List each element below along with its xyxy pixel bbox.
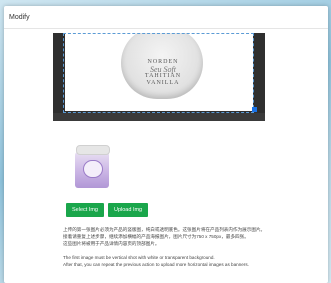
instruction-en-line1: The first image must be vertical shot wi… — [63, 255, 215, 260]
instruction-cn-line2: 接着请重复上述步骤，继续添加横幅的产品海报图片，图片尺寸为750 x 750px… — [63, 234, 249, 239]
thumbnail-jar-lid — [76, 145, 110, 155]
crop-selection-frame[interactable] — [63, 33, 254, 113]
dialog-title: Modify — [9, 13, 30, 21]
crop-resize-handle[interactable] — [252, 107, 257, 112]
upload-instructions: 上传的第一张图片必须为产品的竖版图，纯白或透明底色。这张图片将在产品列表内作为展… — [63, 226, 325, 268]
crop-bottom-shade — [53, 113, 265, 121]
image-cropper[interactable]: NORDEN Seu Soft TAHITIAN VANILLA — [53, 33, 265, 121]
instruction-cn-line1: 上传的第一张图片必须为产品的竖版图，纯白或透明底色。这张图片将在产品列表内作为展… — [63, 227, 266, 232]
upload-img-button[interactable]: Upload Img — [107, 203, 149, 217]
thumbnail-jar-label — [83, 160, 103, 178]
dialog-header: Modify — [4, 6, 328, 29]
product-thumbnail — [72, 145, 112, 191]
instruction-cn-line3: 这些图片将被用于产品详情内容页的顶部图片。 — [63, 241, 160, 246]
image-action-buttons: Select Img Upload Img — [66, 203, 149, 217]
instruction-en-line2: After that, you can repeat the previous … — [63, 262, 249, 267]
modify-dialog: Modify NORDEN Seu Soft TAHITIAN VANILLA … — [4, 6, 328, 283]
select-img-button[interactable]: Select Img — [66, 203, 104, 217]
